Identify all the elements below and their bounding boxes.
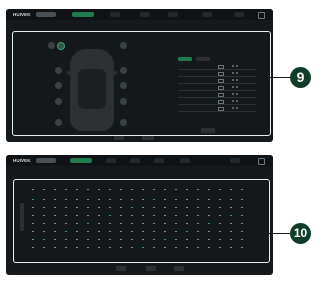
tab-5[interactable] (154, 158, 164, 163)
callout-10-badge: 10 (290, 223, 311, 244)
callout-9-badge: 9 (290, 67, 311, 88)
tab-6[interactable] (202, 12, 212, 17)
tab-1[interactable] (36, 158, 56, 163)
tab-5[interactable] (168, 12, 178, 17)
tab-7[interactable] (234, 12, 244, 17)
callout-9-highlight (12, 31, 271, 136)
tab-2-active[interactable] (72, 12, 94, 17)
menu-icon[interactable] (258, 158, 265, 165)
footer-button-2[interactable] (146, 266, 156, 271)
tab-4[interactable] (140, 12, 150, 17)
top-bar: HUIVEK (6, 155, 273, 166)
app-logo: HUIVEK (13, 158, 31, 163)
top-bar: HUIVEK (6, 9, 273, 20)
tab-3[interactable] (110, 12, 120, 17)
menu-icon[interactable] (258, 12, 265, 19)
callout-10-pointer (268, 233, 290, 235)
callout-10-highlight (13, 179, 270, 263)
tab-6[interactable] (180, 158, 190, 163)
tab-2-active[interactable] (70, 158, 92, 163)
tab-3[interactable] (106, 158, 116, 163)
screenshot-grid-view: HUIVEK (6, 155, 273, 275)
tab-4[interactable] (130, 158, 140, 163)
footer-button-1[interactable] (116, 266, 126, 271)
screenshot-seat-settings: HUIVEK (6, 9, 273, 142)
callout-9-pointer (268, 77, 290, 79)
app-logo: HUIVEK (13, 12, 31, 17)
footer-button-3[interactable] (174, 266, 184, 271)
tab-1[interactable] (36, 12, 56, 17)
tab-7[interactable] (230, 158, 240, 163)
